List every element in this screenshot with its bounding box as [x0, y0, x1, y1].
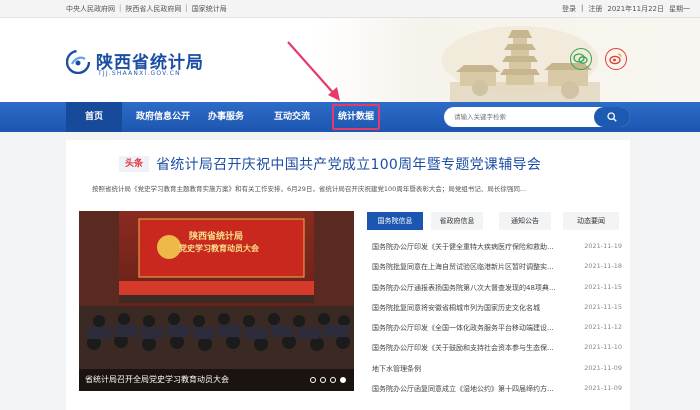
- banner-line-1: 陕西省统计局: [189, 232, 244, 242]
- news-title[interactable]: 国务院办公厅函复同意成立《湿地公约》第十四届缔约方...: [372, 384, 562, 394]
- top-utility-bar: 中央人民政府网 | 陕西省人民政府网 | 国家统计局 登录 | 注册 2021年…: [0, 0, 700, 18]
- headline-summary[interactable]: 按照省统计局《党史学习教育主题教育实施方案》和有关工作安排，6月29日，省统计局…: [92, 183, 622, 193]
- news-title[interactable]: 国务院办公厅印发《关于健全重特大疾病医疗保险和救助...: [372, 242, 562, 252]
- news-title[interactable]: 国务院办公厅印发《关于鼓励和支持社会资本参与生态保...: [372, 343, 562, 353]
- bureau-logo-icon: [66, 50, 90, 74]
- banner-line-2: 党史学习教育动员大会: [179, 244, 259, 253]
- carousel-dot[interactable]: [330, 377, 336, 383]
- news-date: 2021-11-10: [584, 343, 622, 352]
- list-item[interactable]: 国务院办公厅印发《关于健全重特大疾病医疗保险和救助... 2021-11-19: [372, 240, 622, 260]
- current-date: 2021年11月22日: [607, 5, 664, 13]
- photo-caption[interactable]: 省统计局召开全局党史学习教育动员大会: [85, 374, 229, 385]
- account-area: 登录 | 注册 2021年11月22日 星期一: [562, 4, 690, 14]
- news-date: 2021-11-18: [584, 262, 622, 271]
- login-link[interactable]: 登录: [562, 4, 576, 14]
- news-title[interactable]: 国务院办公厅通报表扬国务院第八次大督查发现的48项典...: [372, 283, 562, 293]
- link-national-stats[interactable]: 国家统计局: [192, 4, 227, 14]
- search-button[interactable]: [594, 107, 630, 127]
- separator: |: [581, 4, 584, 12]
- news-date: 2021-11-15: [584, 302, 622, 311]
- headline-tag: 头条: [119, 156, 149, 172]
- carousel-dot[interactable]: [320, 377, 326, 383]
- site-header: 陕西省统计局 TJJ.SHAANXI.GOV.CN: [0, 18, 700, 102]
- news-title[interactable]: 国务院办公厅印发《全国一体化政务服务平台移动端建设...: [372, 323, 562, 333]
- annotation-arrow-icon: [287, 41, 340, 101]
- news-title[interactable]: 国务院批复同意在上海自贸试验区临港新片区暂时调整实...: [372, 262, 562, 272]
- headline-title[interactable]: 省统计局召开庆祝中国共产党成立100周年暨专题党课辅导会: [156, 154, 541, 174]
- nav-item-home[interactable]: 首页: [66, 102, 122, 132]
- list-item[interactable]: 国务院办公厅函复同意成立《湿地公约》第十四届缔约方... 2021-11-09: [372, 382, 622, 402]
- tab-notices[interactable]: 通知公告: [499, 212, 551, 230]
- carousel-dot[interactable]: [310, 377, 316, 383]
- external-links: 中央人民政府网 | 陕西省人民政府网 | 国家统计局: [66, 4, 227, 14]
- tab-provincial-gov-info[interactable]: 省政府信息: [431, 212, 483, 230]
- wechat-icon[interactable]: [570, 48, 592, 70]
- search-input[interactable]: [454, 111, 594, 123]
- news-title[interactable]: 国务院批复同意将安徽省桐城市列为国家历史文化名城: [372, 303, 562, 313]
- link-central-gov[interactable]: 中央人民政府网: [66, 4, 115, 14]
- news-date: 2021-11-09: [584, 384, 622, 393]
- news-date: 2021-11-09: [584, 363, 622, 372]
- search-box: [444, 107, 630, 127]
- separator: |: [119, 4, 122, 12]
- list-item[interactable]: 地下水管理条例 2021-11-09: [372, 362, 622, 382]
- nav-item-services[interactable]: 办事服务: [200, 102, 252, 132]
- list-item[interactable]: 国务院批复同意在上海自贸试验区临港新片区暂时调整实... 2021-11-18: [372, 260, 622, 280]
- news-date: 2021-11-15: [584, 282, 622, 291]
- separator: |: [185, 4, 188, 12]
- nav-item-gov-info[interactable]: 政府信息公开: [128, 102, 198, 132]
- register-link[interactable]: 注册: [588, 4, 602, 14]
- carousel-dot-active[interactable]: [340, 377, 346, 383]
- link-shaanxi-gov[interactable]: 陕西省人民政府网: [125, 4, 181, 14]
- news-title[interactable]: 地下水管理条例: [372, 364, 562, 374]
- list-item[interactable]: 国务院办公厅印发《全国一体化政务服务平台移动端建设... 2021-11-12: [372, 321, 622, 341]
- list-item[interactable]: 国务院办公厅通报表扬国务院第八次大督查发现的48项典... 2021-11-15: [372, 281, 622, 301]
- list-item[interactable]: 国务院批复同意将安徽省桐城市列为国家历史文化名城 2021-11-15: [372, 301, 622, 321]
- weibo-icon[interactable]: [605, 48, 627, 70]
- current-weekday: 星期一: [669, 5, 690, 13]
- news-photo-carousel[interactable]: 陕西省统计局 党史学习教育动员大会 省统计局召开全局党史学习教育动员大会: [79, 211, 354, 391]
- tab-news[interactable]: 动态要闻: [563, 212, 619, 230]
- tab-state-council-info[interactable]: 国务院信息: [367, 212, 423, 230]
- news-date: 2021-11-12: [584, 323, 622, 332]
- carousel-dots: [310, 377, 346, 383]
- site-domain: TJJ.SHAANXI.GOV.CN: [98, 70, 181, 77]
- list-item[interactable]: 国务院办公厅印发《关于鼓励和支持社会资本参与生态保... 2021-11-10: [372, 341, 622, 361]
- news-list: 国务院办公厅印发《关于健全重特大疾病医疗保险和救助... 2021-11-19 …: [372, 240, 622, 402]
- search-icon: [607, 112, 617, 122]
- news-date: 2021-11-19: [584, 242, 622, 250]
